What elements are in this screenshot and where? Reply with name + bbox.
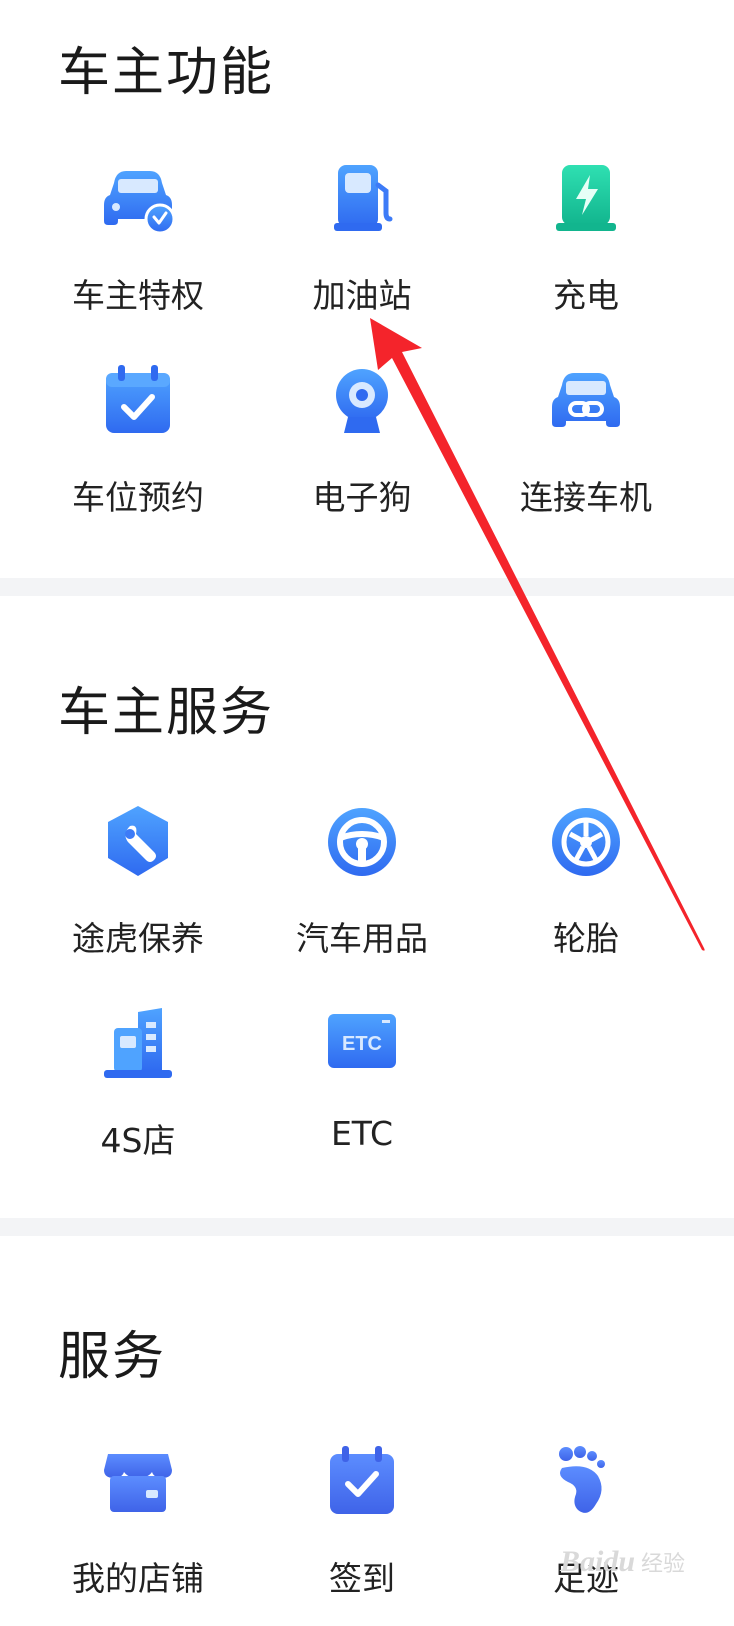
etc-card-icon: ETC	[320, 1002, 404, 1086]
section-divider	[0, 578, 734, 596]
shop-icon	[96, 1440, 180, 1524]
item-parking-reservation[interactable]: 车位预约	[22, 357, 254, 537]
item-charging[interactable]: 充电	[470, 155, 702, 335]
item-label: 途虎保养	[72, 919, 204, 958]
wrench-icon	[96, 800, 180, 884]
item-label: 轮胎	[553, 919, 619, 958]
section-title: 车主功能	[58, 43, 275, 103]
item-owner-privilege[interactable]: 车主特权	[22, 155, 254, 335]
watermark-sub: 经验	[641, 1551, 686, 1576]
item-label: 充电	[553, 276, 619, 315]
item-tuhu-maintenance[interactable]: 途虎保养	[22, 798, 254, 978]
section-title: 服务	[58, 1327, 167, 1387]
steering-wheel-icon	[320, 800, 404, 884]
speed-camera-icon	[320, 359, 404, 443]
watermark-brand: Baidu	[560, 1545, 636, 1578]
item-label: 我的店铺	[72, 1559, 204, 1598]
item-etc[interactable]: ETC ETC	[246, 1000, 478, 1180]
section-divider	[0, 1218, 734, 1236]
item-connect-car[interactable]: 连接车机	[470, 357, 702, 537]
section-owner-services: 车主服务 途虎保养 汽车用品 轮胎 4S店 ETC ETC	[0, 596, 734, 1218]
footprint-icon	[544, 1440, 628, 1524]
fuel-pump-icon	[320, 157, 404, 241]
item-label: 签到	[329, 1559, 395, 1598]
item-label: 加油站	[312, 276, 412, 315]
tire-icon	[544, 800, 628, 884]
charging-station-icon	[544, 157, 628, 241]
dealership-icon	[96, 1002, 180, 1086]
car-badge-icon	[96, 157, 180, 241]
item-label: 车位预约	[72, 478, 204, 517]
item-label: ETC	[330, 1114, 394, 1153]
item-label: 连接车机	[520, 478, 652, 517]
item-car-supplies[interactable]: 汽车用品	[246, 798, 478, 978]
section-owner-functions: 车主功能 车主特权 加油站 充电 车位预约 电子狗 连接车机	[0, 0, 734, 578]
svg-text:ETC: ETC	[342, 1033, 382, 1055]
calendar-checkin-icon	[320, 1440, 404, 1524]
item-check-in[interactable]: 签到	[246, 1438, 478, 1618]
item-label: 车主特权	[72, 276, 204, 315]
item-my-shop[interactable]: 我的店铺	[22, 1438, 254, 1618]
item-label: 4S店	[100, 1121, 176, 1160]
calendar-check-icon	[96, 359, 180, 443]
baidu-watermark: Baidu 经验	[560, 1545, 685, 1579]
item-footprints[interactable]: 足迹	[470, 1438, 702, 1618]
item-label: 汽车用品	[296, 919, 428, 958]
car-link-icon	[544, 359, 628, 443]
item-label: 电子狗	[312, 478, 412, 517]
section-title: 车主服务	[58, 683, 275, 743]
item-speed-camera[interactable]: 电子狗	[246, 357, 478, 537]
item-tires[interactable]: 轮胎	[470, 798, 702, 978]
item-gas-station[interactable]: 加油站	[246, 155, 478, 335]
item-4s-shop[interactable]: 4S店	[22, 1000, 254, 1180]
